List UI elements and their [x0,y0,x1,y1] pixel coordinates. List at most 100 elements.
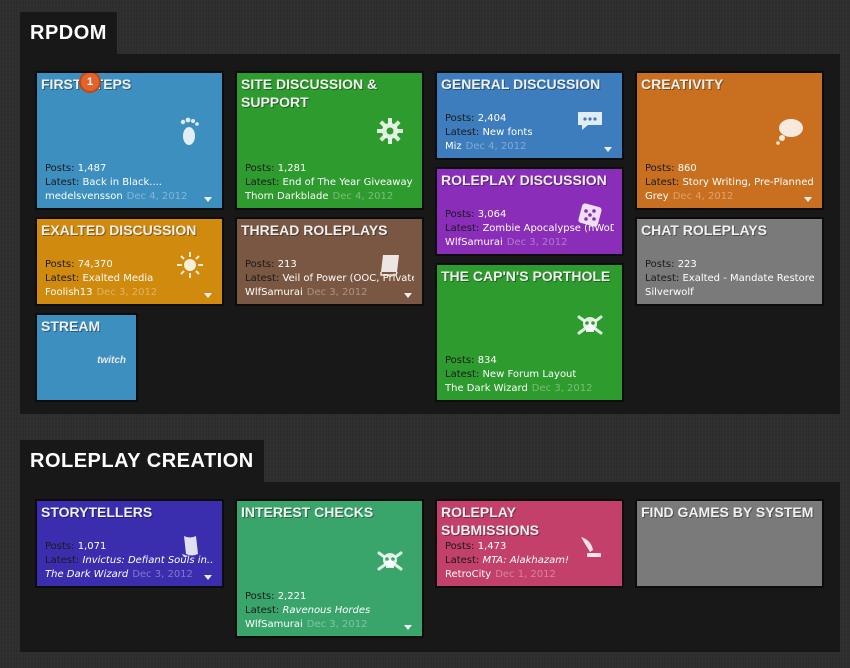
forum-title[interactable]: Find Games By System [641,503,816,521]
forum-stats: Posts: 2,221 Latest: Ravenous Hordes Wlf… [245,590,414,632]
forum-tile-storytellers[interactable]: Storytellers Posts: 1,071 Latest: Invict… [35,499,224,588]
forum-tile-interest-checks[interactable]: Interest Checks Posts: 2,221 Latest: Rav… [235,499,424,638]
latest-thread-link[interactable]: Exalted Media [82,273,153,284]
dropdown-arrow-icon[interactable] [604,147,612,152]
latest-label: Latest: [45,555,83,566]
forum-tile-roleplay-discussion[interactable]: Roleplay Discussion Posts: 3,064 Latest:… [435,167,624,256]
forum-title[interactable]: Interest Checks [241,503,416,521]
posts-label: Posts: [45,259,78,270]
posts-count: 834 [477,355,497,366]
latest-label: Latest: [445,555,483,566]
forum-title[interactable]: First Steps [41,75,216,93]
forum-stats: Posts: 1,487 Latest: Back in Black.... m… [45,162,214,204]
forum-title[interactable]: Stream [41,317,130,335]
forum-stats: Posts: 3,064 Latest: Zombie Apocalypse (… [445,208,614,250]
dropdown-arrow-icon[interactable] [804,197,812,202]
latest-label: Latest: [645,177,683,188]
latest-date: Dec 1, 2012 [495,569,556,580]
latest-author-link[interactable]: WlfSamurai [245,619,303,630]
forum-title[interactable]: The Cap'n's Porthole [441,267,616,285]
posts-count: 2,221 [277,591,307,602]
latest-author-link[interactable]: The Dark Wizard [45,569,128,580]
forum-tile-exalted-discussion[interactable]: Exalted Discussion Posts: 74,370 Latest:… [35,217,224,306]
forum-tile-stream[interactable]: Stream twitch [35,313,138,402]
latest-date: Dec 3, 2012 [306,287,368,298]
forum-stats: Posts: 2,404 Latest: New fonts Miz Dec 4,… [445,112,614,154]
latest-thread-link[interactable]: Ravenous Hordes [282,605,370,616]
latest-label: Latest: [445,223,483,234]
latest-thread-link[interactable]: New fonts [482,127,532,138]
latest-label: Latest: [245,177,283,188]
forum-tile-creativity[interactable]: Creativity Posts: 860 Latest: Story Writ… [635,71,824,210]
latest-thread-link[interactable]: Story Writing, Pre-Planned [682,177,813,188]
latest-date: Dec 4, 2012 [672,191,734,202]
latest-date: Dec 3, 2012 [306,619,368,630]
latest-date: Dec 3, 2012 [531,383,593,394]
dropdown-arrow-icon[interactable] [204,197,212,202]
forum-stats: Posts: 1,071 Latest: Invictus: Defiant S… [45,540,214,582]
notification-badge: 1 [79,73,101,93]
latest-author-link[interactable]: Silverwolf [645,287,694,298]
posts-label: Posts: [245,591,278,602]
forum-tile-general-discussion[interactable]: General Discussion Posts: 2,404 Latest: … [435,71,624,160]
latest-thread-link[interactable]: Exalted - Mandate Restored [682,273,814,284]
forum-title[interactable]: Exalted Discussion [41,221,216,239]
latest-thread-link[interactable]: MTA: Alakhazam! [482,555,569,566]
dropdown-arrow-icon[interactable] [204,293,212,298]
latest-author-link[interactable]: medelsvensson [45,191,123,202]
forum-title[interactable]: General Discussion [441,75,616,93]
dropdown-arrow-icon[interactable] [204,575,212,580]
dropdown-arrow-icon[interactable] [404,293,412,298]
forum-stats: Posts: 860 Latest: Story Writing, Pre-Pl… [645,162,814,204]
forum-title[interactable]: Creativity [641,75,816,93]
latest-thread-link[interactable]: Invictus: Defiant Souls in... [82,555,214,566]
latest-date: Dec 4, 2012 [126,191,188,202]
latest-date: Dec 3, 2012 [132,569,193,580]
latest-thread-link[interactable]: Back in Black.... [82,177,162,188]
posts-count: 860 [677,163,697,174]
forum-tile-capns-porthole[interactable]: The Cap'n's Porthole Posts: 834 Latest: … [435,263,624,402]
forum-tile-site-discussion[interactable]: Site Discussion & Support Posts: 1,281 L… [235,71,424,210]
posts-label: Posts: [445,355,478,366]
latest-author-link[interactable]: Thorn Darkblade [245,191,329,202]
latest-thread-link[interactable]: Zombie Apocalypse (nWoD) [482,223,614,234]
posts-count: 1,473 [477,541,507,552]
forum-tile-thread-roleplays[interactable]: Thread Roleplays Posts: 213 Latest: Veil… [235,217,424,306]
latest-thread-link[interactable]: End of The Year Giveaway! [282,177,414,188]
latest-label: Latest: [245,273,283,284]
forum-title[interactable]: Thread Roleplays [241,221,416,239]
posts-count: 1,281 [277,163,307,174]
latest-author-link[interactable]: Grey [645,191,669,202]
forum-tile-first-steps[interactable]: First Steps 1 Posts: 1,487 Latest: Back … [35,71,224,210]
thought-bubble-icon [774,115,806,147]
latest-thread-link[interactable]: Veil of Power (OOC, Private) [282,273,414,284]
latest-author-link[interactable]: The Dark Wizard [445,383,528,394]
forum-title[interactable]: Site Discussion & Support [241,75,416,111]
posts-label: Posts: [445,541,478,552]
forum-stats: Posts: 213 Latest: Veil of Power (OOC, P… [245,258,414,300]
latest-label: Latest: [445,127,483,138]
latest-author-link[interactable]: RetroCity [445,569,491,580]
latest-author-link[interactable]: WlfSamurai [445,237,503,248]
forum-tile-chat-roleplays[interactable]: Chat Roleplays Posts: 223 Latest: Exalte… [635,217,824,306]
latest-date: Dec 3, 2012 [96,287,158,298]
latest-label: Latest: [45,273,83,284]
skull-crossbones-icon [374,545,406,577]
latest-thread-link[interactable]: New Forum Layout [482,369,576,380]
forum-tile-roleplay-submissions[interactable]: Roleplay Submissions Posts: 1,473 Latest… [435,499,624,588]
posts-count: 1,487 [77,163,107,174]
latest-author-link[interactable]: Foolish13 [45,287,92,298]
latest-author-link[interactable]: WlfSamurai [245,287,303,298]
forum-tile-find-games-by-system[interactable]: Find Games By System [635,499,824,588]
gear-icon [374,115,406,147]
forum-title[interactable]: Roleplay Discussion [441,171,616,189]
dropdown-arrow-icon[interactable] [404,625,412,630]
latest-author-link[interactable]: Miz [445,141,462,152]
forum-title[interactable]: Storytellers [41,503,216,521]
forum-title[interactable]: Chat Roleplays [641,221,816,239]
posts-count: 213 [277,259,297,270]
posts-count: 2,404 [477,113,507,124]
skull-crossbones-icon [574,309,606,341]
posts-label: Posts: [645,163,678,174]
posts-label: Posts: [245,163,278,174]
